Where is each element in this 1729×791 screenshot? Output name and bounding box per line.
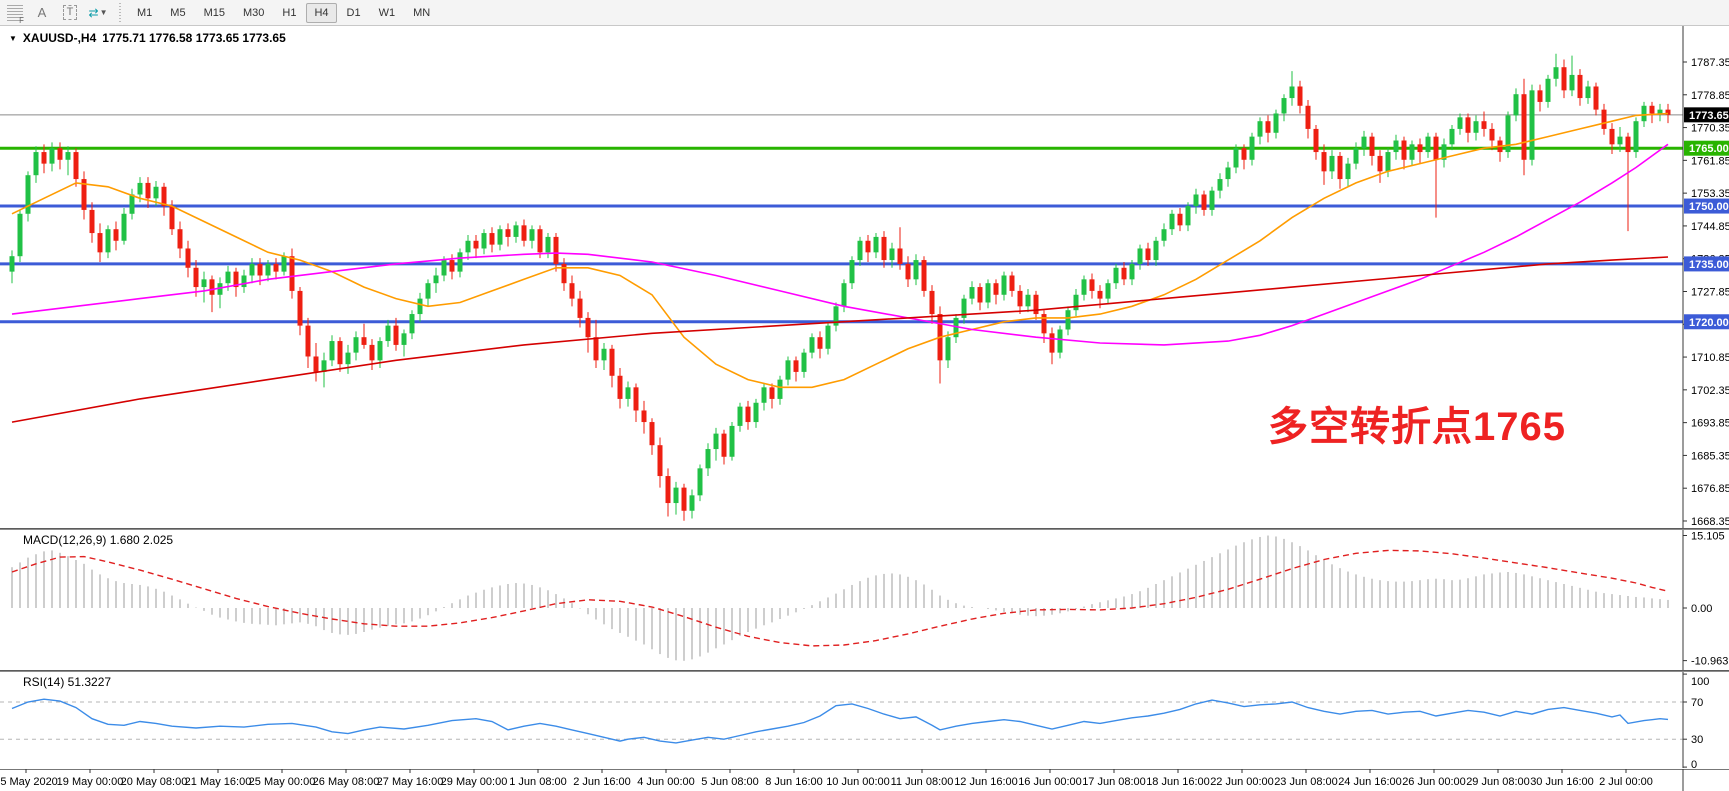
timeframe-d1-button[interactable]: D1 [339,3,369,23]
timeframe-h1-button[interactable]: H1 [274,3,304,23]
price-axis-label: 1753.35 [1691,188,1729,200]
macd-axis-label: -10.963 [1691,656,1728,668]
rsi-axis: 100 70 30 0 [1683,672,1709,768]
price-tag-label: 1735.00 [1689,259,1729,271]
time-axis-label: 11 Jun 08:00 [891,776,954,788]
price-axis-label: 1787.35 [1691,57,1729,69]
macd-axis: 15.105 0.00 -10.963 [1683,530,1728,670]
time-axis-label: 1 Jun 08:00 [509,776,567,788]
rsi-axis-label: 70 [1691,697,1703,709]
time-axis-label: 15 May 2020 [0,776,58,788]
price-axis-label: 1710.85 [1691,352,1729,364]
price-axis-label: 1744.85 [1691,221,1729,233]
price-axis-label: 1727.85 [1691,286,1729,298]
price-tag-label: 1750.00 [1689,201,1729,213]
timeframe-m5-button[interactable]: M5 [162,3,193,23]
macd-histogram [12,536,1668,661]
price-axis: 1787.35 1778.85 1770.35 1761.85 1753.35 1744.… [1683,26,1729,528]
time-axis-labels: 15 May 202019 May 00:0020 May 08:0021 Ma… [0,769,1653,788]
time-axis[interactable]: 15 May 202019 May 00:0020 May 08:0021 Ma… [0,769,1729,791]
rsi-axis-label: 100 [1691,676,1709,688]
text-t-glyph: T [63,5,78,20]
symbol-name: XAUUSD-,H4 [23,31,96,45]
main-price-chart[interactable]: 1787.35 1778.85 1770.35 1761.85 1753.35 1744.… [0,26,1729,528]
macd-axis-label: 15.105 [1691,530,1725,542]
time-axis-label: 19 May 00:00 [57,776,124,788]
text-label-icon[interactable]: T [57,2,83,24]
grid-f-label: F [19,16,24,25]
macd-label: MACD(12,26,9) 1.680 2.025 [23,533,173,547]
grid-f-icon[interactable]: F [1,2,27,24]
time-axis-label: 26 Jun 00:00 [1402,776,1466,788]
price-axis-label: 1685.35 [1691,450,1729,462]
time-axis-label: 10 Jun 00:00 [826,776,890,788]
toolbar: F A T ⇄ ▼ M1 M5 M15 M30 H1 H4 D1 W1 MN [0,0,1729,26]
timeframe-m1-button[interactable]: M1 [129,3,160,23]
time-axis-label: 26 May 08:00 [313,776,380,788]
price-tag-label: 1765.00 [1689,143,1729,155]
macd-indicator-panel[interactable]: 15.105 0.00 -10.963 [0,530,1729,670]
time-axis-label: 30 Jun 16:00 [1530,776,1594,788]
rsi-label: RSI(14) 51.3227 [23,675,111,689]
time-axis-label: 16 Jun 00:00 [1018,776,1082,788]
letter-a-glyph: A [38,5,47,20]
time-axis-label: 12 Jun 16:00 [954,776,1018,788]
time-axis-label: 29 Jun 08:00 [1466,776,1530,788]
time-axis-label: 20 May 08:00 [121,776,188,788]
time-axis-label: 5 Jun 08:00 [701,776,759,788]
ohlc-values: 1775.71 1776.58 1773.65 1773.65 [102,31,286,45]
time-axis-label: 2 Jun 16:00 [573,776,631,788]
time-axis-label: 29 May 00:00 [441,776,508,788]
price-axis-label: 1693.85 [1691,418,1729,430]
timeframe-m15-button[interactable]: M15 [196,3,233,23]
rsi-axis-label: 30 [1691,734,1703,746]
arrows-tool-icon[interactable]: ⇄ ▼ [85,2,111,24]
chevron-down-icon: ▼ [100,8,108,17]
time-axis-label: 23 Jun 08:00 [1274,776,1338,788]
time-axis-label: 18 Jun 16:00 [1146,776,1210,788]
price-axis-label: 1676.85 [1691,483,1729,495]
timeframe-mn-button[interactable]: MN [405,3,438,23]
price-axis-label: 1668.35 [1691,516,1729,528]
rsi-axis-label: 0 [1691,759,1697,768]
price-axis-label: 1770.35 [1691,123,1729,135]
symbol-dropdown-icon[interactable]: ▼ [9,34,17,43]
timeframe-m30-button[interactable]: M30 [235,3,272,23]
rsi-indicator-panel[interactable]: 100 70 30 0 [0,672,1729,768]
timeframe-h4-button[interactable]: H4 [306,3,336,23]
symbol-header[interactable]: ▼ XAUUSD-,H4 1775.71 1776.58 1773.65 177… [9,31,286,45]
time-axis-label: 4 Jun 00:00 [637,776,695,788]
price-axis-label: 1778.85 [1691,90,1729,102]
time-axis-label: 21 May 16:00 [185,776,252,788]
time-axis-label: 22 Jun 00:00 [1210,776,1274,788]
time-axis-label: 17 Jun 08:00 [1082,776,1146,788]
time-axis-label: 2 Jul 00:00 [1599,776,1653,788]
ema-mid-magenta [12,144,1668,345]
mt4-window: F A T ⇄ ▼ M1 M5 M15 M30 H1 H4 D1 W1 MN 1… [0,0,1729,791]
time-axis-label: 27 May 16:00 [377,776,444,788]
time-axis-label: 24 Jun 16:00 [1338,776,1402,788]
timeframe-w1-button[interactable]: W1 [371,3,404,23]
macd-axis-label: 0.00 [1691,603,1712,615]
rsi-line [12,699,1668,743]
time-axis-label: 8 Jun 16:00 [765,776,823,788]
chart-annotation-text[interactable]: 多空转折点1765 [1268,394,1566,452]
arrows-glyph: ⇄ [89,6,98,20]
time-axis-label: 25 May 00:00 [249,776,316,788]
price-axis-label: 1761.85 [1691,155,1729,167]
toolbar-separator [117,3,123,23]
letter-a-icon[interactable]: A [29,2,55,24]
price-axis-label: 1702.35 [1691,385,1729,397]
rsi-levels [0,702,1683,739]
dotted-grid-icon: F [7,5,23,21]
price-tag-label: 1720.00 [1689,317,1729,329]
price-tag-label: 1773.65 [1689,110,1729,122]
